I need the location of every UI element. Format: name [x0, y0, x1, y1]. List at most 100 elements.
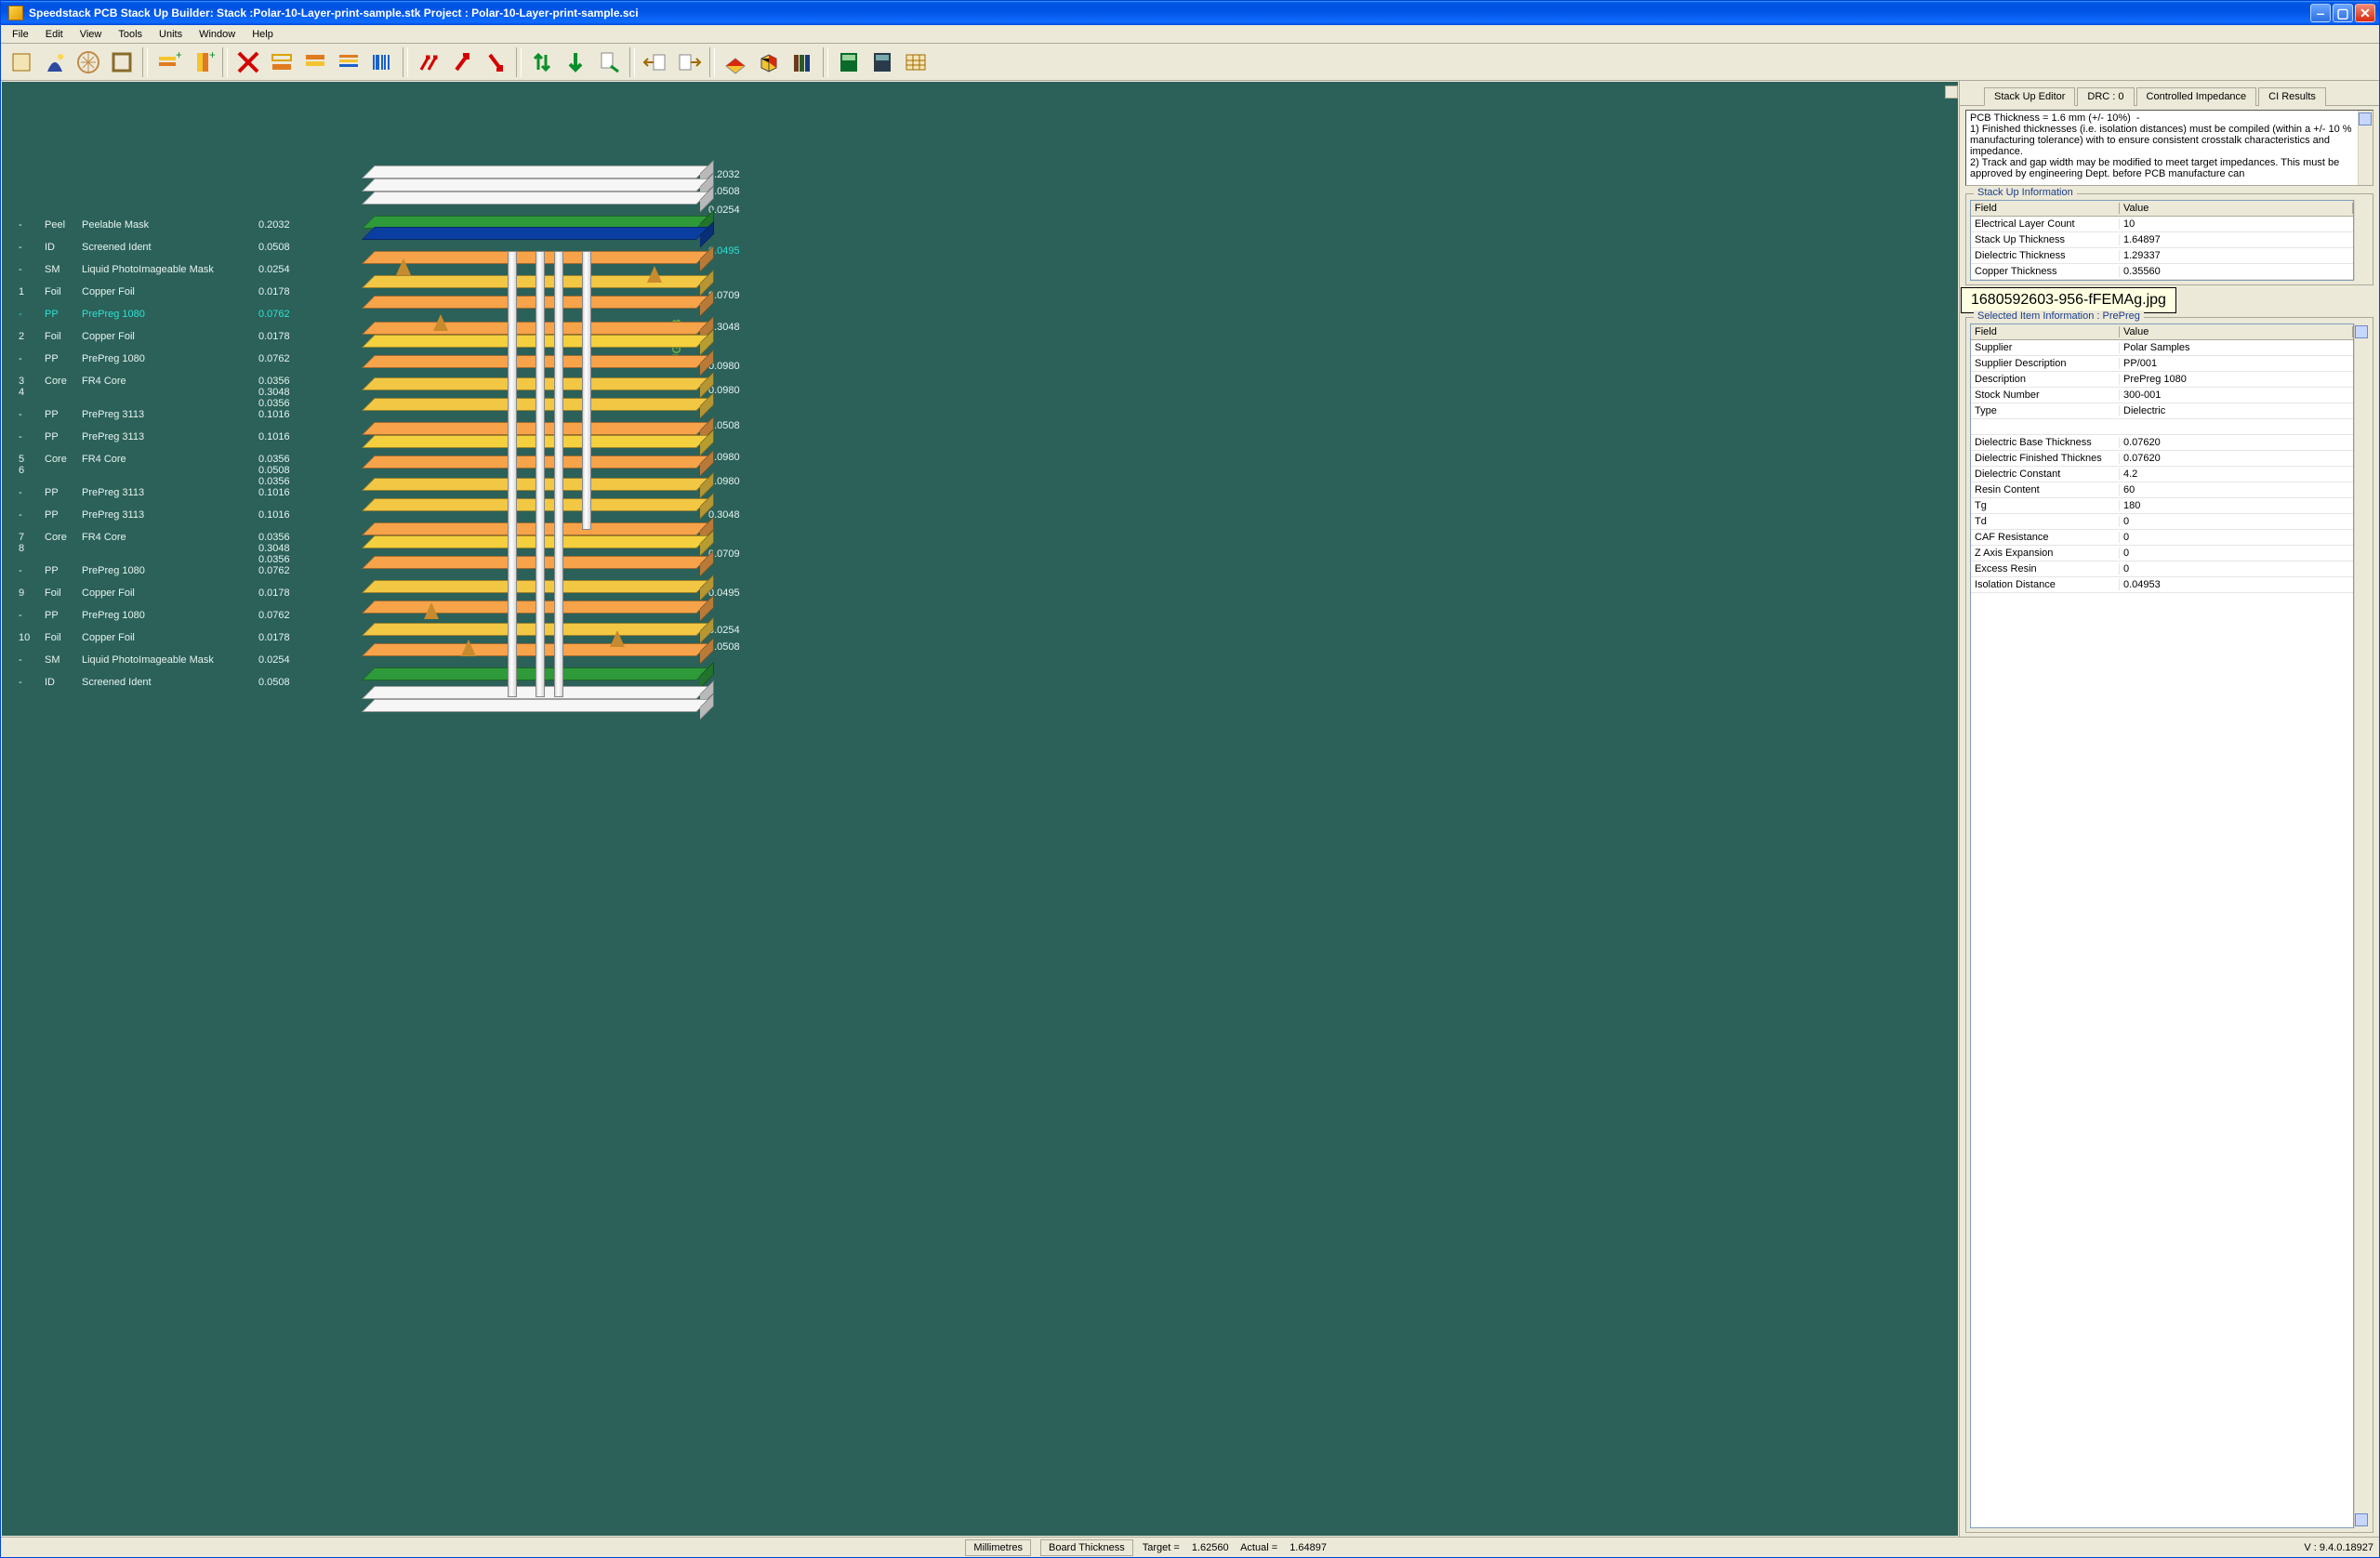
cross-red-icon[interactable] [233, 47, 263, 77]
table-icon[interactable] [901, 47, 931, 77]
grid-row[interactable]: Supplier DescriptionPP/001 [1971, 356, 2353, 372]
grid-row[interactable]: Stack Up Thickness1.64897 [1971, 232, 2353, 248]
minimize-button[interactable]: ‒ [2310, 4, 2331, 22]
layer-row[interactable]: -IDScreened Ident0.0508 [19, 677, 312, 699]
layer-row[interactable]: -PPPrePreg 31130.1016 [19, 409, 312, 431]
menu-help[interactable]: Help [245, 28, 281, 41]
grid-row[interactable]: Isolation Distance0.04953 [1971, 577, 2353, 593]
layer-row[interactable]: -PPPrePreg 10800.0762 [19, 353, 312, 376]
cube-color-icon[interactable] [754, 47, 784, 77]
stack-info-legend: Stack Up Information [1974, 187, 2077, 198]
notes-scrollbar[interactable] [2358, 111, 2373, 185]
stack-3d-view[interactable] [368, 165, 757, 825]
scroll-down-arrow-icon[interactable] [2355, 1513, 2368, 1526]
scroll-thumb-up-icon[interactable] [2359, 112, 2372, 125]
layer-row[interactable]: -PPPrePreg 31130.1016 [19, 487, 312, 509]
layer-row[interactable]: -PPPrePreg 10800.0762 [19, 565, 312, 588]
calc-dark-icon[interactable] [867, 47, 897, 77]
grid-value: 1.29337 [2120, 250, 2353, 261]
layer-row[interactable]: 1FoilCopper Foil0.0178 [19, 286, 312, 309]
barcode-icon[interactable] [367, 47, 397, 77]
arrow-red-up-icon[interactable] [447, 47, 477, 77]
tab-drc-0[interactable]: DRC : 0 [2077, 87, 2134, 106]
stack-info-grid[interactable]: FieldValueElectrical Layer Count10Stack … [1970, 200, 2354, 281]
notes-textbox[interactable]: PCB Thickness = 1.6 mm (+/- 10%) - 1) Fi… [1965, 110, 2373, 186]
doc-arrow-icon[interactable] [594, 47, 624, 77]
close-button[interactable]: ✕ [2355, 4, 2375, 22]
frame-icon[interactable] [107, 47, 137, 77]
grid-row[interactable]: Resin Content60 [1971, 482, 2353, 498]
layer-thickness: 0.1016 [258, 409, 312, 420]
arrows-red-diag-icon[interactable] [414, 47, 443, 77]
layers-add-icon[interactable]: + [153, 47, 183, 77]
grid-row[interactable]: Tg180 [1971, 498, 2353, 514]
row-insert-icon[interactable] [267, 47, 297, 77]
menu-file[interactable]: File [5, 28, 36, 41]
row-top-icon[interactable] [300, 47, 330, 77]
titlebar[interactable]: Speedstack PCB Stack Up Builder: Stack :… [1, 1, 2379, 25]
grid-row[interactable]: Dielectric Constant4.2 [1971, 467, 2353, 482]
grid-row[interactable] [1971, 419, 2353, 435]
grid-row[interactable]: Z Axis Expansion0 [1971, 546, 2353, 561]
menu-window[interactable]: Window [192, 28, 243, 41]
plane-color-icon[interactable] [721, 47, 750, 77]
arrows-green-updown-icon[interactable] [527, 47, 557, 77]
stack-canvas[interactable]: -PeelPeelable Mask0.2032-IDScreened Iden… [2, 82, 1958, 1536]
menu-units[interactable]: Units [152, 28, 190, 41]
layer-row[interactable]: -IDScreened Ident0.0508 [19, 242, 312, 264]
grid-row[interactable]: TypeDielectric [1971, 403, 2353, 419]
grid-row[interactable]: CAF Resistance0 [1971, 530, 2353, 546]
layer-row[interactable]: 5 6CoreFR4 Core0.0356 0.0508 0.0356 [19, 454, 312, 487]
menu-tools[interactable]: Tools [111, 28, 150, 41]
grid-row[interactable]: SupplierPolar Samples [1971, 340, 2353, 356]
copy-left-icon[interactable] [641, 47, 670, 77]
rows-stack-icon[interactable] [334, 47, 364, 77]
grid-row[interactable]: Td0 [1971, 514, 2353, 530]
grid-row[interactable]: Dielectric Thickness1.29337 [1971, 248, 2353, 264]
arrow-green-down-icon[interactable] [561, 47, 590, 77]
grid-row[interactable]: Copper Thickness0.35560 [1971, 264, 2353, 280]
tab-ci-results[interactable]: CI Results [2258, 87, 2326, 106]
layer-row[interactable]: -SMLiquid PhotoImageable Mask0.0254 [19, 654, 312, 677]
layer-row[interactable]: -PeelPeelable Mask0.2032 [19, 219, 312, 242]
layer-row[interactable]: 7 8CoreFR4 Core0.0356 0.3048 0.0356 [19, 532, 312, 565]
books-icon[interactable] [787, 47, 817, 77]
layer-row[interactable]: -PPPrePreg 10800.0762 [19, 610, 312, 632]
selected-info-grid[interactable]: FieldValueSupplierPolar SamplesSupplier … [1970, 323, 2354, 1528]
tab-stack-up-editor[interactable]: Stack Up Editor [1984, 87, 2075, 106]
vitruvian-icon[interactable] [73, 47, 103, 77]
tab-controlled-impedance[interactable]: Controlled Impedance [2136, 87, 2257, 106]
grid-row[interactable]: Stock Number300-001 [1971, 388, 2353, 403]
menu-edit[interactable]: Edit [38, 28, 71, 41]
status-units[interactable]: Millimetres [965, 1539, 1031, 1556]
grid-row[interactable]: Dielectric Base Thickness0.07620 [1971, 435, 2353, 451]
stack-info-scrollbar[interactable] [2354, 200, 2369, 281]
layer-category: PP [45, 509, 82, 521]
layer-description: Liquid PhotoImageable Mask [82, 654, 258, 666]
panel-collapse-button[interactable] [1945, 86, 1958, 99]
grid-row[interactable]: Excess Resin0 [1971, 561, 2353, 577]
grid-header: FieldValue [1971, 324, 2353, 340]
copy-right-icon[interactable] [674, 47, 704, 77]
layer-row[interactable]: 9FoilCopper Foil0.0178 [19, 588, 312, 610]
grid-row[interactable]: DescriptionPrePreg 1080 [1971, 372, 2353, 388]
column-add-icon[interactable]: + [187, 47, 217, 77]
selected-info-scrollbar[interactable] [2354, 323, 2369, 1528]
calc-green-icon[interactable] [834, 47, 864, 77]
layer-row[interactable]: 10FoilCopper Foil0.0178 [19, 632, 312, 654]
scroll-up-arrow-icon[interactable] [2355, 325, 2368, 338]
grid-row[interactable]: Electrical Layer Count10 [1971, 217, 2353, 232]
menu-view[interactable]: View [73, 28, 110, 41]
grid-row[interactable]: Dielectric Finished Thicknes0.07620 [1971, 451, 2353, 467]
layer-row[interactable]: -PPPrePreg 31130.1016 [19, 509, 312, 532]
layer-row[interactable]: -SMLiquid PhotoImageable Mask0.0254 [19, 264, 312, 286]
tab-strip: Stack Up EditorDRC : 0Controlled Impedan… [1960, 81, 2379, 106]
file-new-icon[interactable] [7, 47, 36, 77]
layer-row[interactable]: -PPPrePreg 31130.1016 [19, 431, 312, 454]
maximize-button[interactable]: ▢ [2333, 4, 2353, 22]
layer-row[interactable]: 3 4CoreFR4 Core0.0356 0.3048 0.0356 [19, 376, 312, 409]
layer-row[interactable]: -PPPrePreg 10800.0762 [19, 309, 312, 331]
wizard-icon[interactable] [40, 47, 70, 77]
arrow-red-down-icon[interactable] [481, 47, 510, 77]
layer-row[interactable]: 2FoilCopper Foil0.0178 [19, 331, 312, 353]
